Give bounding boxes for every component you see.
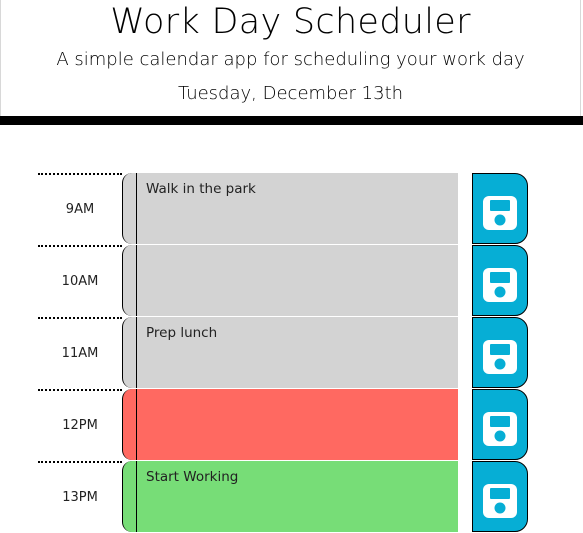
description-divider — [136, 317, 137, 388]
description-text: Prep lunch — [146, 325, 218, 341]
description-divider — [136, 461, 137, 532]
description-divider — [136, 389, 137, 460]
description-text: Start Working — [146, 469, 239, 485]
save-button[interactable] — [472, 389, 528, 460]
description-textarea[interactable] — [122, 245, 458, 316]
time-block: 11AM Prep lunch — [38, 317, 528, 389]
current-day: Tuesday, December 13th — [177, 83, 404, 104]
description-textarea[interactable] — [122, 389, 458, 460]
time-block: 10AM — [38, 245, 528, 317]
description-textarea[interactable]: Start Working — [122, 461, 458, 532]
hour-label: 12PM — [38, 389, 122, 461]
description-textarea[interactable]: Prep lunch — [122, 317, 458, 388]
save-button[interactable] — [472, 245, 528, 316]
description-divider — [136, 245, 137, 316]
hour-label: 10AM — [38, 245, 122, 317]
time-block: 9AM Walk in the park — [38, 173, 528, 245]
time-block: 13PM Start Working — [38, 461, 528, 533]
description-divider — [136, 173, 137, 244]
save-button[interactable] — [472, 461, 528, 532]
hour-label: 11AM — [38, 317, 122, 389]
description-textarea[interactable]: Walk in the park — [122, 173, 458, 244]
page-title: Work Day Scheduler — [110, 2, 471, 42]
hour-label: 13PM — [38, 461, 122, 533]
header: Work Day Scheduler A simple calendar app… — [0, 0, 581, 116]
header-divider — [0, 116, 583, 125]
save-button[interactable] — [472, 317, 528, 388]
page-subtitle: A simple calendar app for scheduling you… — [56, 49, 525, 70]
time-block: 12PM — [38, 389, 528, 461]
save-button[interactable] — [472, 173, 528, 244]
hour-label: 9AM — [38, 173, 122, 245]
description-text: Walk in the park — [146, 181, 256, 197]
